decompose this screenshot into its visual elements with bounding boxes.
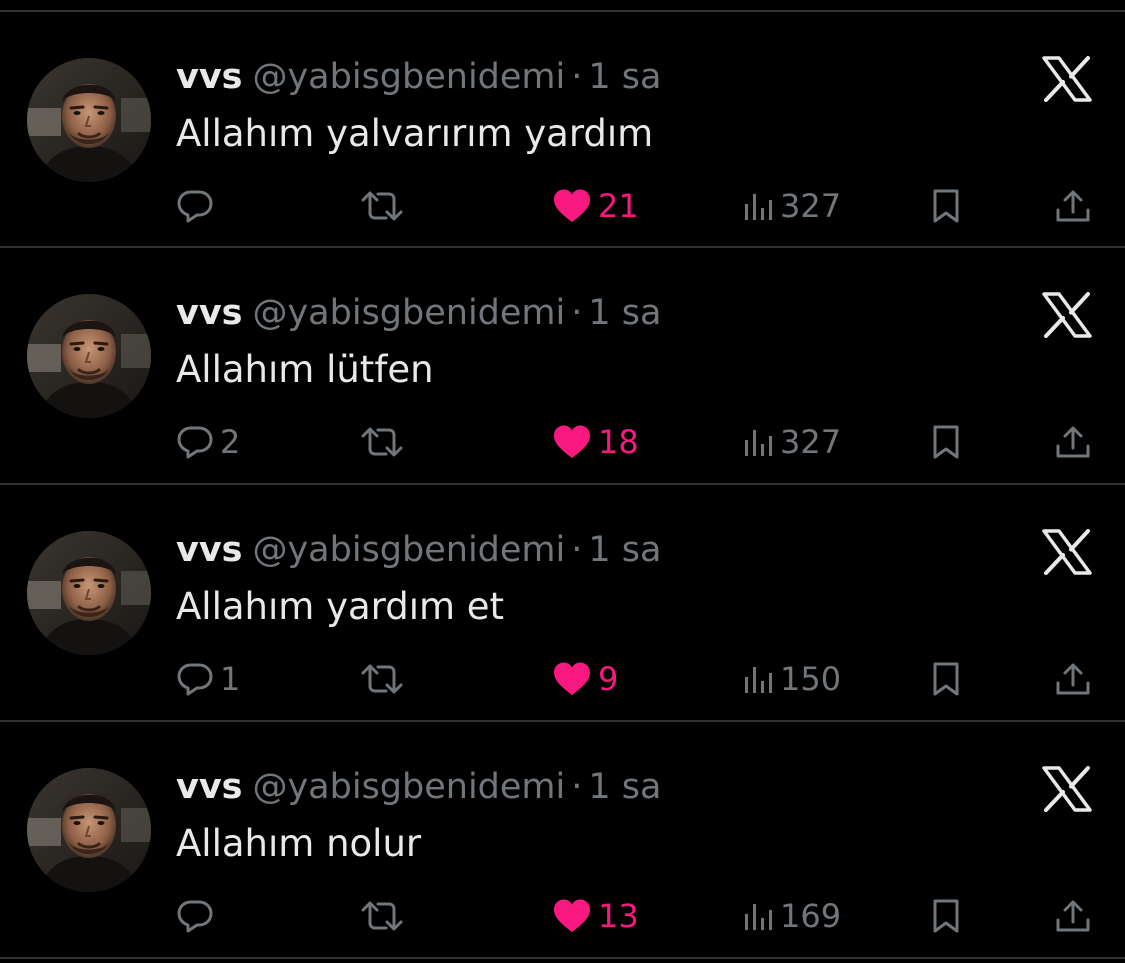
x-logo-icon (1042, 766, 1092, 812)
user-handle[interactable]: @yabisgbenidemi (252, 530, 565, 570)
like-button[interactable]: 21 (552, 182, 639, 230)
profile-photo (27, 294, 151, 418)
like-button[interactable]: 13 (552, 892, 639, 940)
avatar[interactable] (27, 294, 151, 418)
timestamp[interactable]: 1 sa (588, 57, 661, 97)
reply-button[interactable] (176, 182, 220, 230)
avatar[interactable] (27, 58, 151, 182)
like-count: 21 (598, 187, 639, 225)
avatar[interactable] (27, 531, 151, 655)
display-name[interactable]: vvs (176, 530, 242, 570)
profile-photo (27, 58, 151, 182)
user-handle[interactable]: @yabisgbenidemi (252, 293, 565, 333)
views-button[interactable]: 327 (744, 182, 841, 230)
retweet-button[interactable] (360, 892, 410, 940)
views-count: 327 (780, 187, 842, 225)
bar-chart-icon (745, 904, 772, 930)
bookmark-icon (933, 425, 959, 459)
speech-bubble-icon (177, 426, 213, 459)
bar-chart-icon (745, 194, 772, 220)
share-button[interactable] (1054, 182, 1092, 230)
separator-dot: · (571, 767, 583, 807)
tweet-text: Allahım yalvarırım yardım (176, 112, 654, 155)
views-button[interactable]: 169 (744, 892, 841, 940)
like-button[interactable]: 18 (552, 418, 639, 466)
retweet-arrows-icon (361, 427, 403, 457)
tweet-text: Allahım yardım et (176, 585, 505, 628)
like-count: 9 (598, 660, 619, 698)
share-button[interactable] (1054, 892, 1092, 940)
views-button[interactable]: 327 (744, 418, 841, 466)
timestamp[interactable]: 1 sa (588, 530, 661, 570)
reply-button[interactable] (176, 892, 220, 940)
views-count: 327 (780, 423, 842, 461)
heart-filled-icon (554, 662, 590, 695)
tweet-header: vvs @yabisgbenidemi · 1 sa (176, 764, 661, 810)
bookmark-button[interactable] (928, 655, 964, 703)
speech-bubble-icon (177, 900, 213, 933)
tweet-card[interactable]: vvs @yabisgbenidemi · 1 sa Allahım yalvarır… (0, 12, 1125, 248)
like-count: 18 (598, 423, 639, 461)
tweet-text: Allahım nolur (176, 822, 422, 865)
reply-button[interactable]: 1 (176, 655, 240, 703)
timestamp[interactable]: 1 sa (588, 767, 661, 807)
retweet-button[interactable] (360, 182, 410, 230)
retweet-arrows-icon (361, 901, 403, 931)
display-name[interactable]: vvs (176, 767, 242, 807)
retweet-button[interactable] (360, 655, 410, 703)
tweet-header: vvs @yabisgbenidemi · 1 sa (176, 527, 661, 573)
share-upload-icon (1056, 190, 1090, 222)
tweet-header: vvs @yabisgbenidemi · 1 sa (176, 54, 661, 100)
views-count: 150 (780, 660, 842, 698)
separator-dot: · (571, 57, 583, 97)
share-button[interactable] (1054, 418, 1092, 466)
user-handle[interactable]: @yabisgbenidemi (252, 767, 565, 807)
bookmark-icon (933, 662, 959, 696)
share-upload-icon (1056, 426, 1090, 458)
bookmark-button[interactable] (928, 418, 964, 466)
separator-dot: · (571, 530, 583, 570)
display-name[interactable]: vvs (176, 57, 242, 97)
x-logo-icon (1042, 56, 1092, 102)
views-count: 169 (780, 897, 842, 935)
views-button[interactable]: 150 (744, 655, 841, 703)
bookmark-icon (933, 899, 959, 933)
separator-dot: · (571, 293, 583, 333)
retweet-button[interactable] (360, 418, 410, 466)
avatar[interactable] (27, 768, 151, 892)
profile-photo (27, 768, 151, 892)
reply-count: 1 (220, 660, 241, 698)
speech-bubble-icon (177, 663, 213, 696)
speech-bubble-icon (177, 190, 213, 223)
like-button[interactable]: 9 (552, 655, 618, 703)
reply-count: 2 (220, 423, 241, 461)
bookmark-button[interactable] (928, 182, 964, 230)
user-handle[interactable]: @yabisgbenidemi (252, 57, 565, 97)
heart-filled-icon (554, 189, 590, 222)
share-upload-icon (1056, 663, 1090, 695)
retweet-arrows-icon (361, 191, 403, 221)
retweet-arrows-icon (361, 664, 403, 694)
timestamp[interactable]: 1 sa (588, 293, 661, 333)
bookmark-icon (933, 189, 959, 223)
x-logo-icon (1042, 292, 1092, 338)
x-logo-icon (1042, 529, 1092, 575)
share-button[interactable] (1054, 655, 1092, 703)
tweet-text: Allahım lütfen (176, 348, 434, 391)
display-name[interactable]: vvs (176, 293, 242, 333)
tweet-card[interactable]: vvs @yabisgbenidemi · 1 sa Allahım lütfen 2… (0, 248, 1125, 484)
bookmark-button[interactable] (928, 892, 964, 940)
profile-photo (27, 531, 151, 655)
share-upload-icon (1056, 900, 1090, 932)
heart-filled-icon (554, 899, 590, 932)
bar-chart-icon (745, 430, 772, 456)
tweet-card[interactable]: vvs @yabisgbenidemi · 1 sa Allahım yardım e… (0, 485, 1125, 721)
bar-chart-icon (745, 667, 772, 693)
like-count: 13 (598, 897, 639, 935)
reply-button[interactable]: 2 (176, 418, 240, 466)
tweet-header: vvs @yabisgbenidemi · 1 sa (176, 290, 661, 336)
tweet-card[interactable]: vvs @yabisgbenidemi · 1 sa Allahım nolur 13 (0, 722, 1125, 958)
heart-filled-icon (554, 425, 590, 458)
